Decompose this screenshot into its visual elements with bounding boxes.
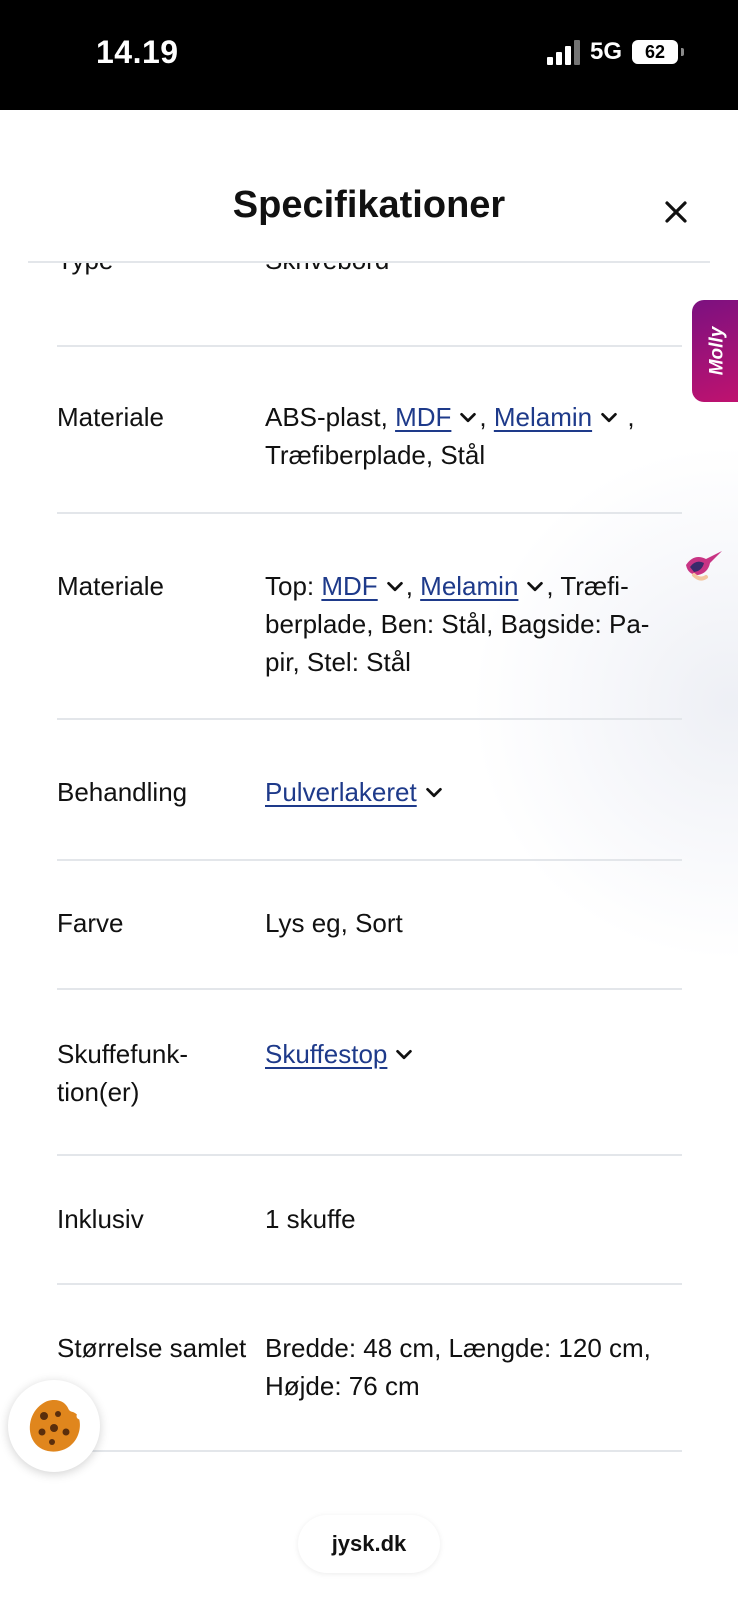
spec-value-separator: , bbox=[479, 402, 494, 432]
battery-icon: 62 bbox=[632, 40, 684, 64]
link-melamin[interactable]: Melamin bbox=[420, 571, 518, 601]
spec-label: Materiale bbox=[57, 571, 164, 601]
spec-label-line2: tion(er) bbox=[57, 1077, 140, 1107]
spec-value: Bredde: 48 cm, Længde: 120 cm, Højde: 76… bbox=[265, 1329, 685, 1405]
spec-value: Skrivebord bbox=[265, 263, 685, 279]
spec-label: Inklusiv bbox=[57, 1204, 144, 1234]
spec-value-prefix: Top: bbox=[265, 571, 322, 601]
spec-value: 1 skuffe bbox=[265, 1204, 356, 1234]
spec-label: Type bbox=[57, 263, 262, 279]
spec-value: Lys eg, Sort bbox=[265, 908, 403, 938]
spec-label: Størrelse samlet bbox=[57, 1333, 247, 1363]
spec-value-line2: Træfiberplade, Stål bbox=[265, 440, 486, 470]
cookie-settings-button[interactable] bbox=[8, 1380, 100, 1472]
spec-value-separator: , bbox=[405, 571, 421, 601]
spec-value-text: ABS-plast, bbox=[265, 402, 396, 432]
battery-level: 62 bbox=[644, 41, 666, 62]
spec-value-line2: berplade, Ben: Stål, Bagside: Pa- bbox=[265, 609, 650, 639]
spec-value: ABS-plast, MDF, Melamin , Træfiberplade,… bbox=[265, 398, 685, 474]
row-divider bbox=[57, 859, 682, 861]
status-time: 14.19 bbox=[96, 34, 179, 70]
spec-value-line3: pir, Stel: Stål bbox=[265, 647, 411, 677]
chevron-down-icon[interactable] bbox=[524, 576, 546, 598]
browser-url-pill[interactable]: jysk.dk bbox=[298, 1515, 440, 1573]
chevron-down-icon[interactable] bbox=[457, 407, 479, 429]
spec-value-line1: Bredde: 48 cm, Længde: 120 cm, bbox=[265, 1333, 651, 1363]
row-divider bbox=[57, 1283, 682, 1285]
row-divider bbox=[57, 988, 682, 990]
row-divider bbox=[57, 1450, 682, 1452]
status-bar: 14.19 5G 62 bbox=[0, 0, 738, 110]
spec-label: Materiale bbox=[57, 402, 164, 432]
url-text: jysk.dk bbox=[331, 1531, 407, 1556]
spec-value-tail: , bbox=[627, 402, 635, 432]
chevron-down-icon[interactable] bbox=[598, 407, 620, 429]
row-divider bbox=[57, 512, 682, 514]
chevron-down-icon[interactable] bbox=[423, 782, 445, 804]
close-icon[interactable] bbox=[660, 196, 692, 228]
chevron-down-icon[interactable] bbox=[384, 576, 406, 598]
row-divider bbox=[57, 1154, 682, 1156]
link-mdf[interactable]: MDF bbox=[395, 402, 451, 432]
spec-label: Skuffefunk- tion(er) bbox=[57, 1035, 262, 1111]
status-indicators: 5G 62 bbox=[546, 38, 684, 66]
spec-label: Farve bbox=[57, 908, 124, 938]
chevron-down-icon[interactable] bbox=[393, 1044, 415, 1066]
row-divider bbox=[57, 718, 682, 720]
sheet-title: Specifikationer bbox=[232, 184, 506, 226]
cookie-icon bbox=[29, 1400, 84, 1452]
molly-label: Molly bbox=[706, 326, 727, 376]
background-decoration bbox=[470, 443, 738, 963]
spec-value-tail: , Træfi- bbox=[546, 571, 629, 601]
link-melamin[interactable]: Melamin bbox=[494, 402, 592, 432]
spec-value-line2: Højde: 76 cm bbox=[265, 1371, 420, 1401]
link-mdf[interactable]: MDF bbox=[321, 571, 377, 601]
link-pulverlakeret[interactable]: Pulverlakeret bbox=[265, 777, 417, 807]
bird-icon bbox=[686, 551, 722, 581]
spec-value: Pulverlakeret bbox=[265, 773, 685, 811]
network-type: 5G bbox=[589, 38, 622, 65]
molly-chat-tab[interactable]: Molly bbox=[692, 300, 738, 402]
spec-value: Top: MDF, Melamin , Træfi- berplade, Ben:… bbox=[265, 567, 685, 681]
spec-label: Behandling bbox=[57, 777, 188, 807]
link-skuffestop[interactable]: Skuffestop bbox=[265, 1039, 387, 1069]
spec-value: Skuffestop bbox=[265, 1035, 685, 1073]
spec-list[interactable]: Type Skrivebord Materiale ABS-plast, MDF… bbox=[0, 263, 738, 1600]
signal-icon bbox=[546, 39, 580, 65]
spec-label-line1: Skuffefunk- bbox=[57, 1039, 189, 1069]
row-divider bbox=[57, 345, 682, 347]
